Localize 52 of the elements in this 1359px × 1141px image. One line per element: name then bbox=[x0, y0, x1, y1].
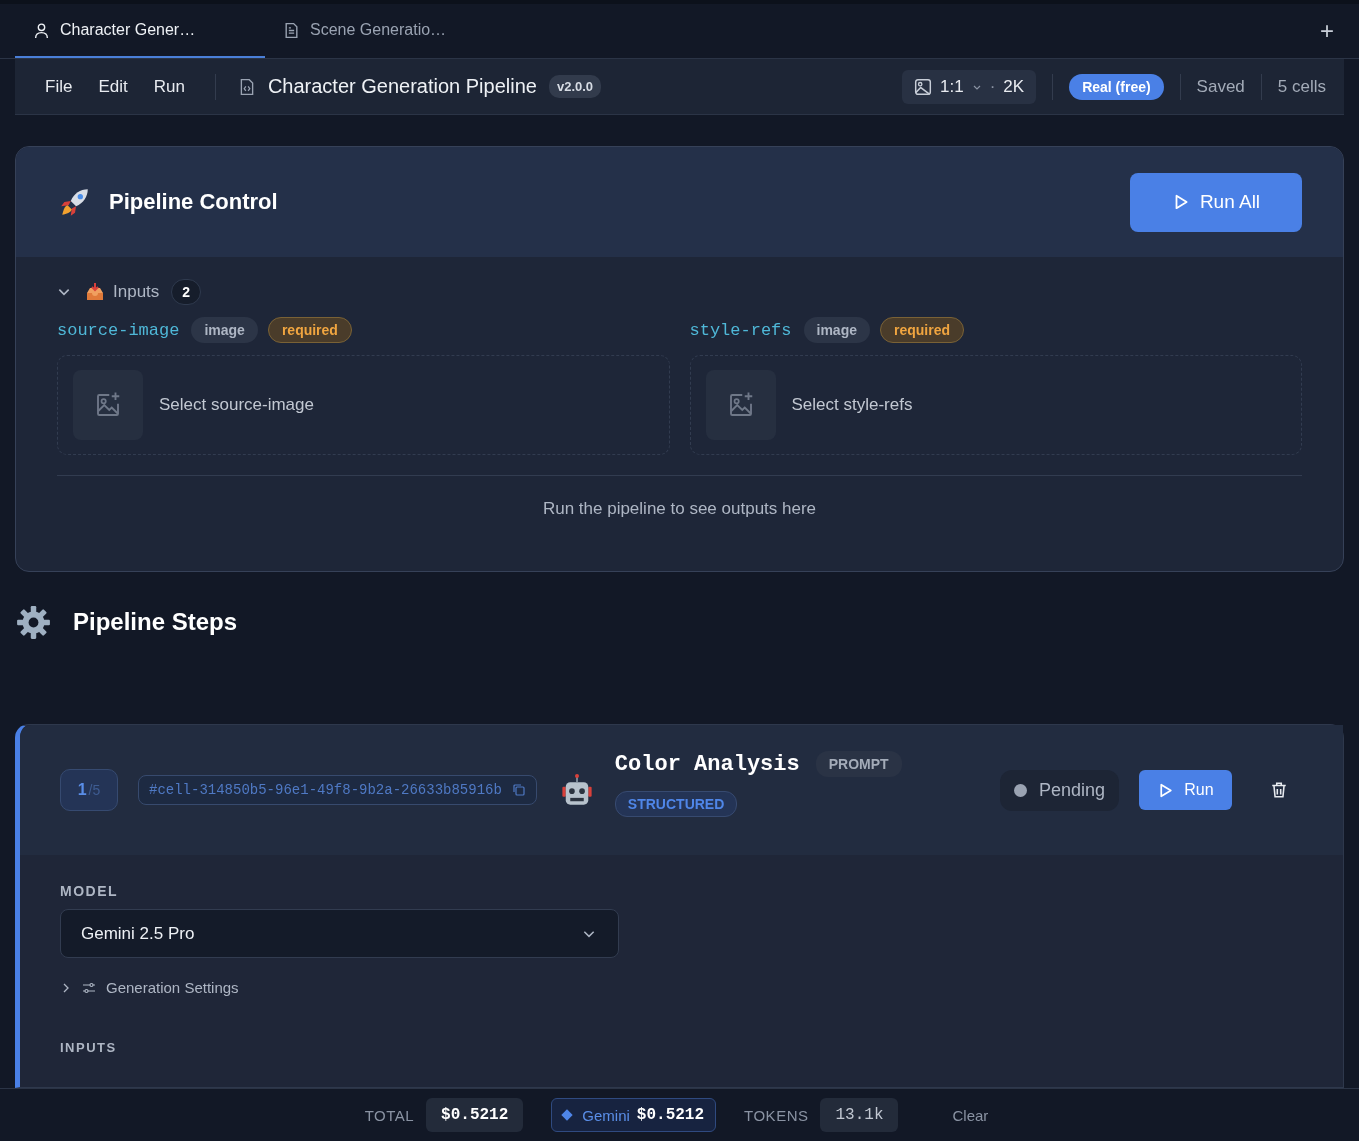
document-title: Character Generation Pipeline bbox=[267, 75, 537, 98]
step-type-tag: PROMPT bbox=[815, 751, 902, 777]
sliders-icon bbox=[82, 980, 96, 995]
section-title: Pipeline Steps bbox=[73, 608, 238, 636]
aspect-resolution-selector[interactable]: 1:1 · 2K bbox=[902, 69, 1037, 104]
inbox-tray-icon bbox=[85, 282, 105, 302]
token-count: 13.1k bbox=[820, 1098, 899, 1132]
required-tag: required bbox=[880, 317, 964, 343]
inputs-label: Inputs bbox=[113, 282, 160, 302]
outputs-hint: Run the pipeline to see outputs here bbox=[541, 499, 818, 519]
input-type-tag: image bbox=[191, 317, 258, 343]
model-label: MODEL bbox=[60, 883, 120, 899]
menu-item[interactable]: Run bbox=[153, 76, 191, 97]
clear-button[interactable]: Clear bbox=[946, 1105, 995, 1125]
menu-item[interactable]: File bbox=[45, 76, 79, 97]
tab[interactable]: Scene Generatio… bbox=[265, 4, 515, 58]
add-image-icon bbox=[705, 370, 776, 440]
model-select[interactable]: Gemini 2.5 Pro bbox=[60, 909, 619, 958]
input-name: style-refs bbox=[689, 320, 792, 340]
structured-tag: STRUCTURED bbox=[614, 791, 738, 817]
add-image-icon bbox=[73, 370, 143, 440]
step-title: Color Analysis bbox=[614, 751, 800, 777]
total-label: TOTAL bbox=[364, 1106, 415, 1124]
run-button[interactable]: Run bbox=[1139, 770, 1232, 810]
status-indicator: Pending bbox=[999, 769, 1119, 811]
total-cost: $0.5212 bbox=[426, 1098, 524, 1132]
run-all-button[interactable]: Run All bbox=[1130, 172, 1302, 232]
cell-count: 5 cells bbox=[1277, 76, 1326, 97]
image-picker[interactable]: Select style-refs bbox=[689, 355, 1302, 455]
new-tab-button[interactable]: + bbox=[1320, 17, 1334, 45]
input-name: source-image bbox=[57, 320, 180, 340]
mode-badge[interactable]: Real (free) bbox=[1069, 73, 1164, 100]
delete-icon[interactable] bbox=[1270, 781, 1288, 799]
menu-item[interactable]: Edit bbox=[98, 76, 134, 97]
provider-cost-chip: Gemini $0.5212 bbox=[551, 1098, 717, 1132]
inputs-count: 2 bbox=[171, 279, 202, 305]
generation-settings-toggle[interactable]: Generation Settings bbox=[60, 979, 1303, 996]
play-icon bbox=[1157, 781, 1175, 799]
document-icon bbox=[283, 21, 300, 39]
person-icon bbox=[33, 21, 50, 39]
save-status: Saved bbox=[1196, 76, 1245, 97]
version-badge: v2.0.0 bbox=[548, 75, 602, 98]
tokens-label: TOKENS bbox=[744, 1106, 809, 1124]
step-index: 1/5 bbox=[60, 769, 118, 811]
image-icon bbox=[914, 77, 933, 96]
panel-title: Pipeline Control bbox=[109, 189, 278, 215]
copy-icon[interactable] bbox=[511, 783, 526, 797]
gear-icon bbox=[16, 604, 51, 640]
inputs-section-label: INPUTS bbox=[60, 1040, 118, 1055]
input-type-tag: image bbox=[803, 317, 870, 343]
required-tag: required bbox=[267, 317, 352, 343]
image-picker[interactable]: Select source-image bbox=[57, 355, 670, 455]
